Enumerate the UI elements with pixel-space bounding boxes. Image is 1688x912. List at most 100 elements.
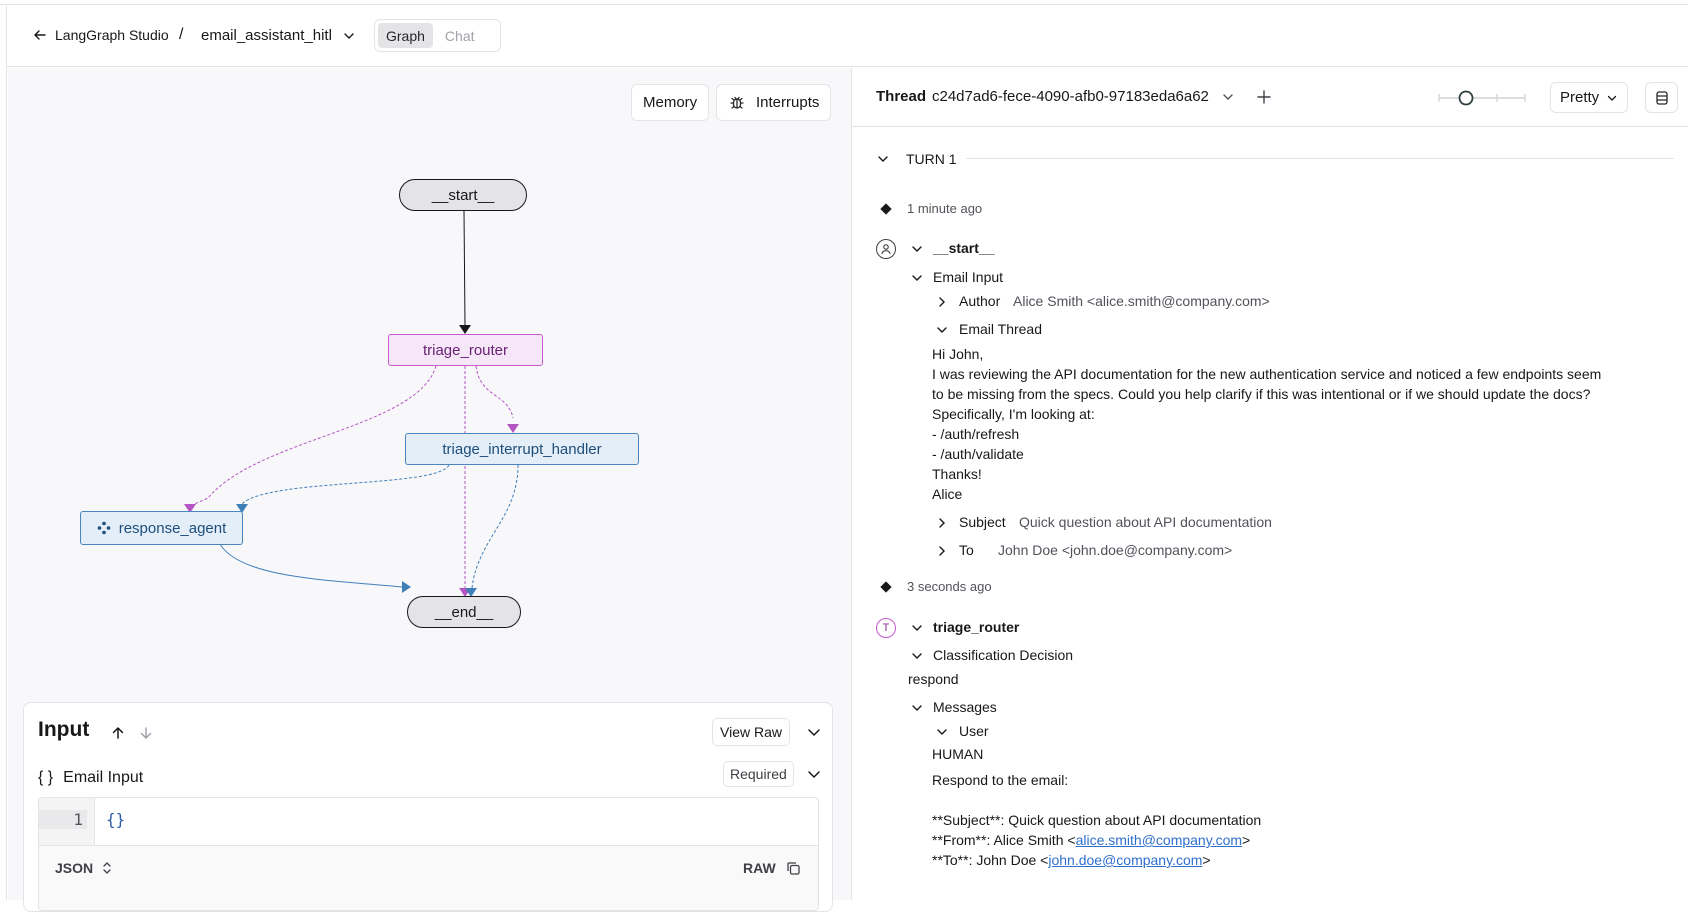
chevron-down-icon[interactable]: [910, 242, 924, 256]
classification-value: respond: [908, 671, 959, 687]
field-value: Quick question about API documentation: [1019, 514, 1272, 530]
thread-id: c24d7ad6-fece-4090-afb0-97183eda6a62: [932, 88, 1209, 105]
plus-icon[interactable]: [1256, 89, 1272, 105]
message-line: Respond to the email:: [932, 772, 1069, 788]
email-line: Hi John,: [932, 346, 984, 362]
thread-trace[interactable]: TURN 1 1 minute ago __start__ Email Inpu…: [852, 127, 1688, 900]
email-link[interactable]: john.doe@company.com: [1048, 852, 1202, 868]
editor-footer: JSON RAW: [39, 845, 818, 910]
view-raw-button[interactable]: View Raw: [712, 718, 790, 746]
tab-graph[interactable]: Graph: [378, 23, 433, 48]
node-start[interactable]: __start__: [399, 179, 527, 211]
chevron-down-icon[interactable]: [910, 649, 924, 663]
field-value: John Doe <john.doe@company.com>: [998, 542, 1233, 558]
back-label: LangGraph Studio: [55, 27, 169, 43]
json-editor[interactable]: 1 {} JSON RAW: [38, 797, 819, 911]
graph-selector[interactable]: email_assistant_hitl: [201, 27, 356, 44]
chevron-down-icon[interactable]: [876, 152, 890, 166]
section-key: Classification Decision: [933, 647, 1074, 663]
node-avatar-icon: T: [876, 618, 896, 638]
subgraph-icon: [97, 521, 111, 535]
edge-start-router: [463, 210, 466, 326]
thread-label: Thread: [876, 88, 927, 105]
format-selector[interactable]: JSON: [55, 860, 113, 876]
chevrons-up-down-icon: [103, 862, 111, 874]
chevron-down-icon[interactable]: [910, 621, 924, 635]
email-line: I was reviewing the API documentation fo…: [932, 366, 1602, 382]
view-format-select[interactable]: Pretty: [1550, 82, 1628, 113]
step-time: 3 seconds ago: [907, 579, 992, 594]
app-header: LangGraph Studio / email_assistant_hitl …: [7, 5, 1688, 67]
email-link[interactable]: alice.smith@company.com: [1076, 832, 1242, 848]
section-key: Messages: [933, 699, 997, 715]
node-end[interactable]: __end__: [407, 596, 521, 628]
chevron-down-icon: [1607, 95, 1617, 101]
graph-canvas[interactable]: Memory Interrupts __start__ triage_route…: [8, 68, 851, 912]
field-key: To: [959, 542, 974, 558]
node-response-agent[interactable]: response_agent: [80, 511, 243, 545]
user-avatar-icon: [876, 239, 896, 259]
thread-selector[interactable]: c24d7ad6-fece-4090-afb0-97183eda6a62: [932, 88, 1235, 105]
field-key: Author: [959, 293, 1001, 309]
state-database-button[interactable]: [1645, 82, 1678, 113]
raw-label: RAW: [743, 860, 776, 876]
arrow-down-icon[interactable]: [138, 725, 154, 741]
node-name: triage_router: [933, 619, 1020, 635]
step-time: 1 minute ago: [907, 201, 983, 216]
message-line: **From**: Alice Smith <alice.smith@compa…: [932, 832, 1251, 848]
chevron-down-icon[interactable]: [806, 766, 822, 782]
message-line: **To**: John Doe <john.doe@company.com>: [932, 852, 1211, 868]
view-mode-toggle: Graph Chat: [374, 19, 501, 52]
chevron-right-icon[interactable]: [935, 295, 949, 309]
email-input-section: { } Email Input: [38, 769, 143, 787]
email-line: Thanks!: [932, 466, 982, 482]
node-triage-interrupt-handler[interactable]: triage_interrupt_handler: [405, 433, 639, 465]
chevron-right-icon[interactable]: [935, 516, 949, 530]
editor-code[interactable]: {}: [106, 810, 125, 829]
field-value: Alice Smith <alice.smith@company.com>: [1013, 293, 1270, 309]
node-triage-router[interactable]: triage_router: [388, 334, 543, 366]
chevron-down-icon[interactable]: [806, 724, 822, 740]
message-line: **Subject**: Quick question about API do…: [932, 812, 1262, 828]
back-to-studio-link[interactable]: LangGraph Studio: [33, 27, 169, 43]
format-label: JSON: [55, 860, 94, 876]
edge-router-response: [189, 365, 437, 507]
raw-copy-button[interactable]: RAW: [743, 860, 801, 876]
input-title: Input: [38, 718, 90, 741]
input-panel: Input View Raw { } Email Input Required …: [23, 702, 833, 912]
message-key: User: [959, 723, 989, 739]
graph-name: email_assistant_hitl: [201, 27, 332, 44]
database-icon: [1655, 90, 1668, 105]
arrow-up-icon[interactable]: [110, 725, 126, 741]
chevron-down-icon: [344, 32, 354, 39]
email-line: - /auth/validate: [932, 446, 1024, 462]
email-line: Alice: [932, 486, 963, 502]
chevron-right-icon[interactable]: [935, 544, 949, 558]
chevron-down-icon[interactable]: [910, 701, 924, 715]
line-number: 1: [39, 810, 87, 829]
copy-icon: [787, 861, 800, 875]
edge-response-end: [217, 539, 403, 588]
edge-router-handler: [475, 365, 514, 419]
history-slider[interactable]: [1437, 88, 1527, 108]
arrow-left-icon: [34, 30, 46, 40]
chevron-down-icon[interactable]: [910, 271, 924, 285]
tab-chat[interactable]: Chat: [437, 23, 483, 48]
message-role: HUMAN: [932, 746, 984, 762]
thread-panel: Thread c24d7ad6-fece-4090-afb0-97183eda6…: [851, 68, 1688, 900]
chevron-down-icon[interactable]: [935, 323, 949, 337]
field-key: Email Thread: [959, 321, 1043, 337]
required-badge: Required: [723, 761, 794, 787]
turn-label: TURN 1: [906, 151, 957, 167]
turn-divider: [966, 158, 1674, 159]
editor-gutter: 1: [39, 798, 95, 845]
edge-handler-response: [241, 464, 450, 505]
timeline-marker: [880, 581, 892, 593]
email-input-label: Email Input: [63, 769, 144, 786]
timeline-marker: [880, 203, 892, 215]
response-agent-label: response_agent: [118, 519, 227, 537]
chevron-down-icon[interactable]: [935, 725, 949, 739]
view-format-label: Pretty: [1560, 89, 1600, 106]
breadcrumb-separator: /: [179, 26, 184, 43]
node-name: __start__: [933, 240, 995, 256]
